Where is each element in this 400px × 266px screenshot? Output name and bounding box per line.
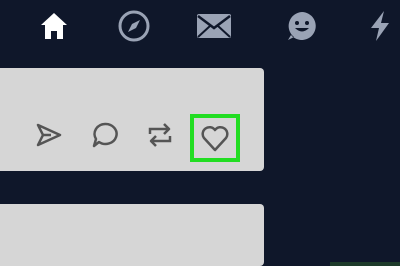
home-icon: [41, 13, 67, 39]
share-icon: [36, 123, 62, 147]
bottom-edge-strip: [330, 262, 400, 266]
top-navigation: [0, 0, 400, 52]
mail-icon: [197, 14, 231, 38]
compass-icon: [118, 10, 150, 42]
like-button-highlight: [190, 114, 240, 162]
nav-lightning-button[interactable]: [360, 6, 400, 46]
repost-icon: [148, 123, 172, 147]
nav-activity-button[interactable]: [282, 6, 322, 46]
nav-home-button[interactable]: [34, 6, 74, 46]
emoji-icon: [288, 12, 316, 40]
comment-icon: [92, 122, 118, 148]
lightning-icon: [371, 11, 389, 41]
share-button[interactable]: [32, 118, 66, 152]
next-post-card: [0, 204, 264, 266]
reblog-button[interactable]: [143, 118, 177, 152]
nav-inbox-button[interactable]: [194, 6, 234, 46]
reply-button[interactable]: [88, 118, 122, 152]
nav-explore-button[interactable]: [114, 6, 154, 46]
